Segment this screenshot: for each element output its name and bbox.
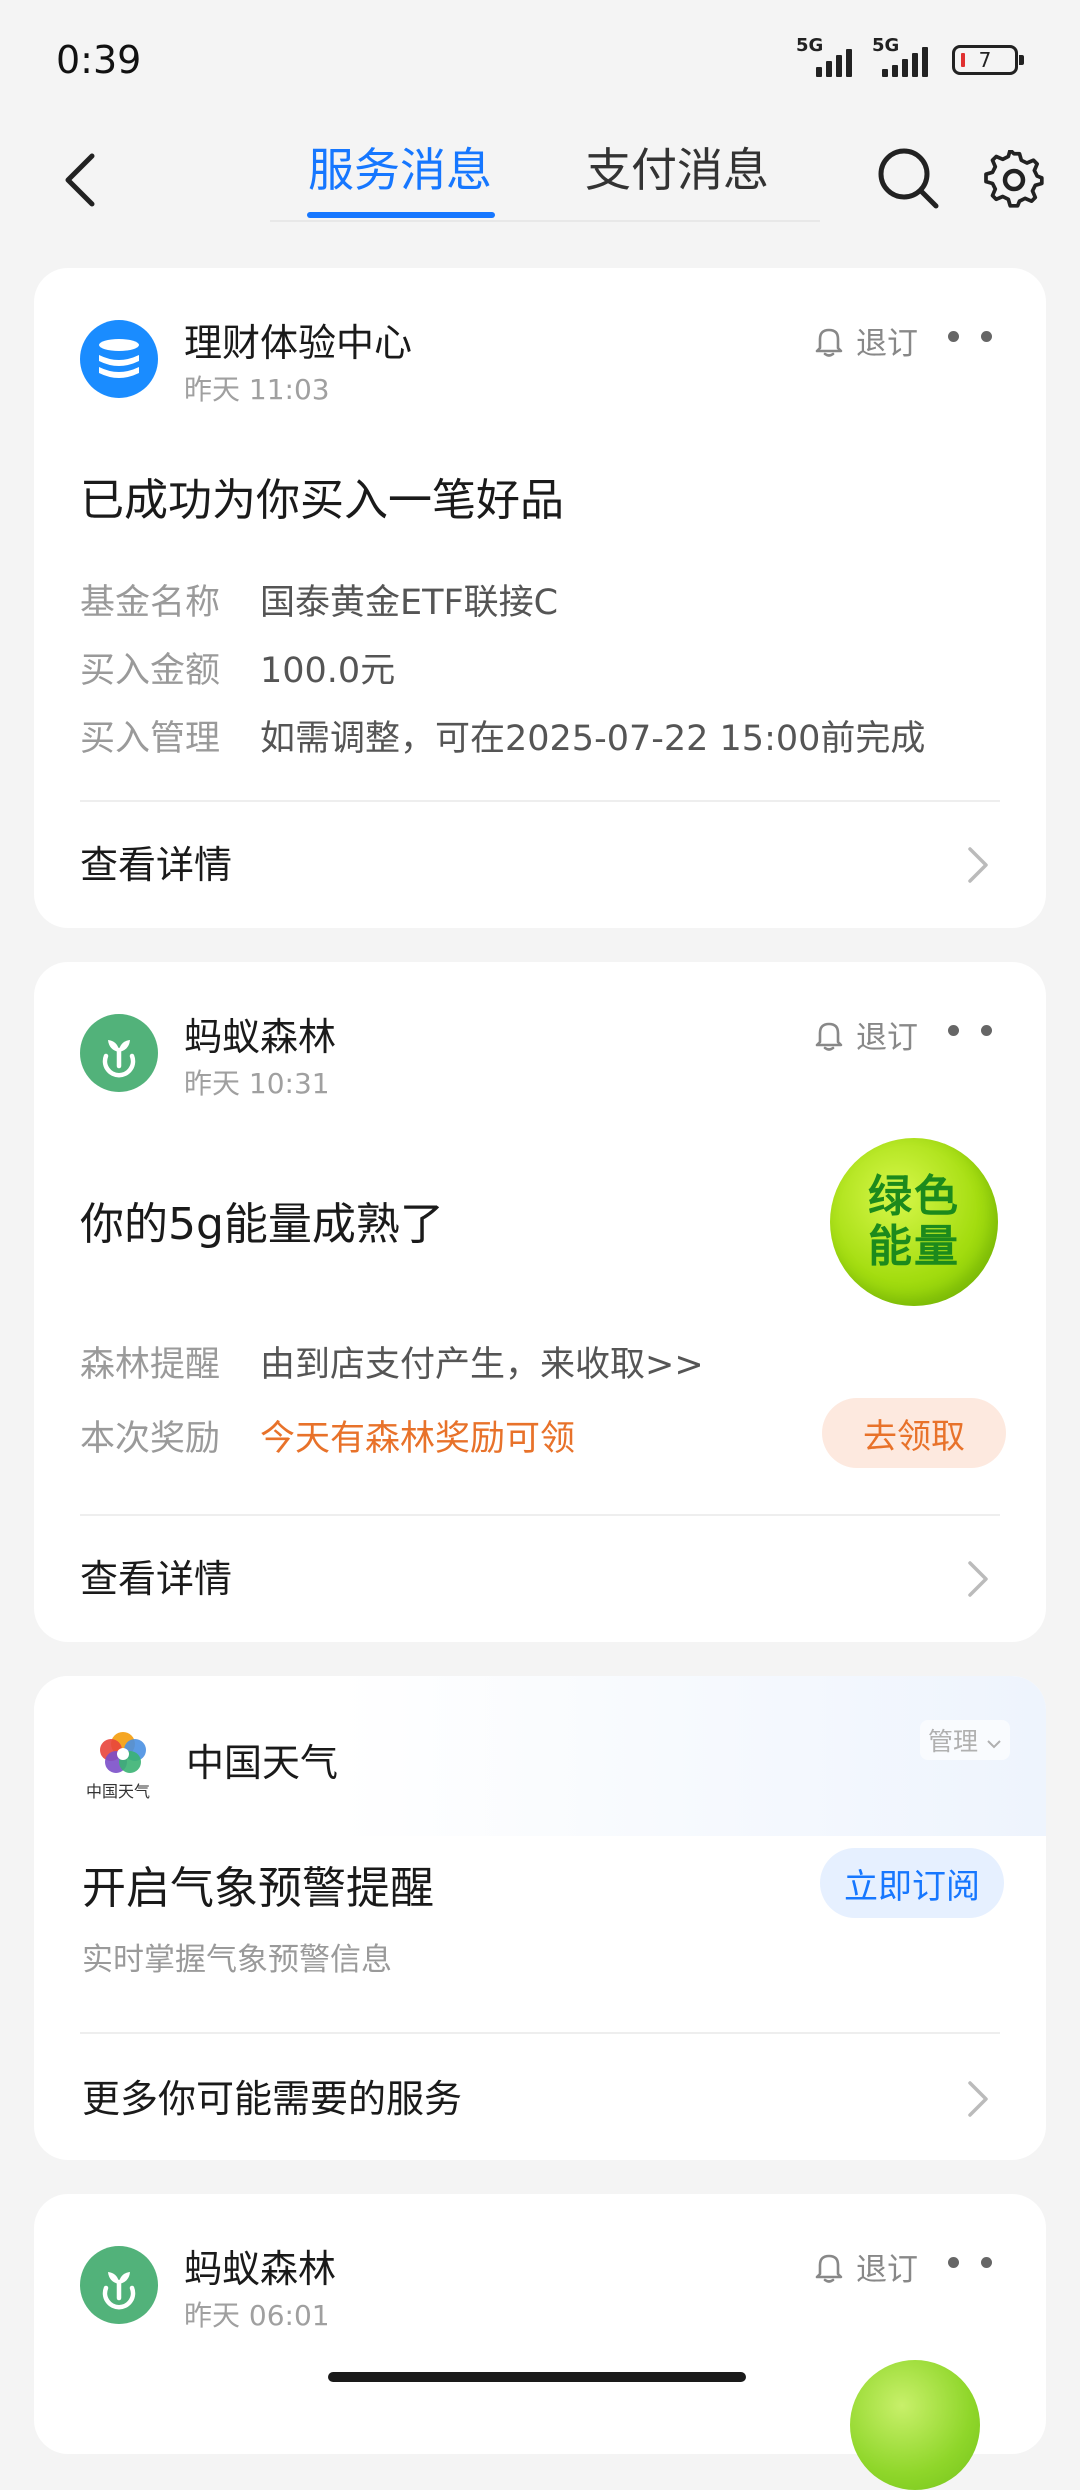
message-headline: 你的5g能量成熟了 [80, 1199, 444, 1250]
card-divider [80, 800, 1000, 802]
source-name: 蚂蚁森林 [184, 1015, 337, 1059]
message-card-china-weather: 中国天气 中国天气 管理 开启气象预警提醒 立即订阅 实时掌握气象预警信息 更多… [34, 1676, 1046, 2160]
sprout-icon [102, 1040, 136, 1078]
more-options-button[interactable] [948, 1018, 992, 1042]
search-icon [878, 148, 939, 209]
claim-button[interactable]: 去领取 [822, 1398, 1006, 1468]
badge-text: 绿色能量 [868, 1171, 960, 1272]
source-name: 蚂蚁森林 [184, 2247, 337, 2291]
message-time: 昨天 06:01 [184, 2299, 330, 2332]
unsubscribe-label: 退订 [856, 2252, 918, 2288]
info-row: 森林提醒 由到店支付产生，来收取>> [80, 1345, 704, 1385]
message-card-wealth: 理财体验中心 昨天 11:03 退订 已成功为你买入一笔好品 基金名称 国泰黄金… [34, 268, 1046, 928]
unsubscribe-button[interactable]: 退订 [814, 2244, 918, 2289]
source-name: 中国天气 [186, 1741, 339, 1785]
status-bar: 0:39 5G 5G 7 [0, 0, 1080, 120]
tab-payment-messages[interactable]: 支付消息 [585, 130, 769, 220]
wealth-center-avatar [80, 320, 158, 398]
source-name: 理财体验中心 [184, 321, 413, 365]
sprout-icon [102, 2272, 136, 2310]
battery-level: 7 [978, 48, 992, 72]
bell-icon [815, 1022, 843, 1051]
card-divider [80, 1514, 1000, 1516]
settings-button[interactable] [974, 140, 1054, 220]
gear-icon [984, 150, 1044, 208]
more-options-button[interactable] [948, 2250, 992, 2274]
logo-caption: 中国天气 [86, 1782, 151, 1801]
subscribe-button[interactable]: 立即订阅 [820, 1848, 1004, 1918]
more-services-link[interactable]: 更多你可能需要的服务 [82, 2068, 462, 2123]
coin-stack-icon [99, 339, 139, 378]
signal-icon-2: 5G [872, 35, 938, 77]
bell-icon [815, 2254, 843, 2283]
back-button[interactable] [40, 140, 120, 220]
chevron-right-icon [958, 2074, 998, 2124]
tab-divider [270, 220, 820, 222]
signal-icon: 5G [796, 35, 858, 77]
tab-service-messages[interactable]: 服务消息 [308, 130, 492, 220]
navbar: 服务消息 支付消息 [0, 120, 1080, 230]
status-time: 0:39 [56, 38, 142, 82]
message-time: 昨天 11:03 [184, 373, 330, 406]
battery-icon: 7 [952, 45, 1024, 75]
manage-button[interactable]: 管理 [920, 1720, 1010, 1760]
unsubscribe-button[interactable]: 退订 [814, 318, 918, 363]
chevron-left-icon [65, 153, 95, 207]
unsubscribe-button[interactable]: 退订 [814, 1012, 918, 1057]
message-headline: 已成功为你买入一笔好品 [80, 475, 564, 526]
chevron-right-icon [958, 1554, 998, 1604]
card-divider [80, 2032, 1000, 2034]
message-subtext: 实时掌握气象预警信息 [82, 1942, 392, 1978]
status-icons: 5G 5G 7 [796, 35, 1024, 77]
unsubscribe-label: 退订 [856, 326, 918, 362]
ant-forest-avatar [80, 1014, 158, 1092]
message-time: 昨天 10:31 [184, 1067, 330, 1100]
chevron-down-icon [987, 1740, 1001, 1749]
info-row: 买入金额 100.0元 [80, 651, 396, 691]
view-details-link[interactable]: 查看详情 [80, 834, 232, 889]
unsubscribe-label: 退订 [856, 1020, 918, 1056]
search-button[interactable] [866, 136, 950, 220]
home-indicator[interactable] [328, 2372, 746, 2382]
info-row: 本次奖励 今天有森林奖励可领 [80, 1419, 576, 1459]
green-energy-badge: 绿色能量 [830, 1138, 998, 1306]
ant-forest-avatar [80, 2246, 158, 2324]
bell-icon [815, 328, 843, 357]
view-details-link[interactable]: 查看详情 [80, 1548, 232, 1603]
energy-ball-peek [850, 2360, 980, 2490]
chevron-right-icon [958, 840, 998, 890]
message-card-ant-forest: 蚂蚁森林 昨天 10:31 退订 你的5g能量成熟了 绿色能量 森林提醒 由到店… [34, 962, 1046, 1642]
message-headline: 开启气象预警提醒 [82, 1863, 434, 1914]
info-row: 买入管理 如需调整，可在2025-07-22 15:00前完成 [80, 719, 926, 759]
info-row: 基金名称 国泰黄金ETF联接C [80, 583, 559, 623]
more-options-button[interactable] [948, 324, 992, 348]
active-tab-indicator [307, 212, 495, 218]
